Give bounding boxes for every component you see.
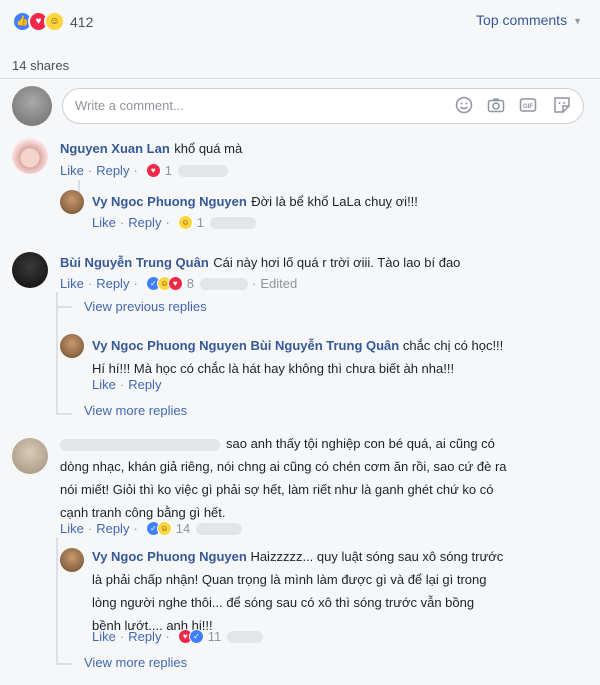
reaction-pill[interactable]: ✓ ☺ ♥ <box>145 276 183 291</box>
reaction-pill[interactable]: ♥ ✓ <box>177 629 204 644</box>
comment-actions: Like · Reply <box>92 377 162 392</box>
haha-reaction-icon: ☺ <box>156 521 172 536</box>
redacted-author <box>60 438 220 451</box>
redacted-text <box>227 630 264 643</box>
like-button[interactable]: Like <box>60 276 84 291</box>
comment: Bùi Nguyễn Trung Quân Cái này hơi lố quá… <box>60 254 460 272</box>
comment-input[interactable]: Write a comment... GIF <box>62 88 584 124</box>
reaction-count: 1 <box>196 215 205 230</box>
reply-button[interactable]: Reply <box>128 377 161 392</box>
comment-author[interactable]: Vy Ngoc Phuong Nguyen <box>92 338 247 353</box>
reaction-count[interactable]: 412 <box>70 14 93 30</box>
avatar[interactable] <box>60 548 84 572</box>
reaction-pill[interactable]: ☺ <box>177 215 193 230</box>
haha-reaction-icon: ☺ <box>177 215 193 230</box>
thread-elbow <box>56 403 72 415</box>
like-button[interactable]: Like <box>92 377 116 392</box>
reaction-count: 1 <box>164 163 173 178</box>
reaction-count: 14 <box>175 521 191 536</box>
avatar[interactable] <box>60 190 84 214</box>
comment-actions: Like · Reply · ✓ ☺ 14 <box>60 521 243 536</box>
reply-button[interactable]: Reply <box>96 276 129 291</box>
avatar[interactable] <box>12 252 48 288</box>
reply: Vy Ngoc Phuong Nguyen Bùi Nguyễn Trung Q… <box>92 334 582 380</box>
chevron-down-icon: ▼ <box>573 16 582 27</box>
love-reaction-icon: ♥ <box>145 163 161 178</box>
like-button[interactable]: Like <box>60 521 84 536</box>
reply: Vy Ngoc Phuong Nguyen Haizzzzz... quy lu… <box>92 545 582 637</box>
like-button[interactable]: Like <box>92 629 116 644</box>
reaction-pill[interactable]: ✓ ☺ <box>145 521 172 536</box>
thread-elbow <box>56 296 72 308</box>
sort-label: Top comments <box>476 12 568 28</box>
reply-button[interactable]: Reply <box>128 215 161 230</box>
love-reaction-icon: ♥ <box>167 276 183 291</box>
comment-author[interactable]: Bùi Nguyễn Trung Quân <box>60 255 209 270</box>
avatar[interactable] <box>12 438 48 474</box>
comment-text: Cái này hơi lố quá r trời ơiii. Tào lao … <box>213 255 461 270</box>
view-more-replies-link[interactable]: View more replies <box>84 655 187 670</box>
comment: Nguyen Xuan Lan khổ quá mà <box>60 140 242 158</box>
like-reaction-icon: ✓ <box>188 629 204 644</box>
reply: Vy Ngoc Phuong Nguyen Đời là bể khổ LaLa… <box>92 193 418 211</box>
reply-button[interactable]: Reply <box>96 521 129 536</box>
comment-text: Haizzzzz... quy luật sóng sau xô sóng tr… <box>250 549 504 564</box>
redacted-text <box>210 216 257 229</box>
redacted-text <box>196 522 243 535</box>
comment-placeholder: Write a comment... <box>75 98 184 113</box>
reaction-count: 8 <box>186 276 195 291</box>
thread-line <box>56 292 58 412</box>
like-button[interactable]: Like <box>92 215 116 230</box>
comment-text: Hí hí!!! Mà học có chắc là hát hay không… <box>92 361 455 376</box>
reactions-header: 👍 ♥ ☺ 412 Top comments ▼ <box>0 0 600 40</box>
haha-reaction-icon: ☺ <box>44 11 65 32</box>
comment-text: Đời là bể khổ LaLa chuỵ ơi!!! <box>251 194 418 209</box>
comment-text: nói miết! Giỏi thì ko việc gì phải sợ hế… <box>60 482 494 497</box>
reaction-count: 11 <box>207 629 222 644</box>
like-button[interactable]: Like <box>60 163 84 178</box>
edited-label[interactable]: Edited <box>260 276 297 291</box>
shares-count[interactable]: 14 shares <box>12 58 69 73</box>
reaction-summary[interactable]: 👍 ♥ ☺ 412 <box>12 11 93 32</box>
redacted-text <box>200 277 249 290</box>
comment-author[interactable]: Vy Ngoc Phuong Nguyen <box>92 549 247 564</box>
avatar[interactable] <box>12 138 48 174</box>
reaction-pill[interactable]: ♥ <box>145 163 161 178</box>
sort-comments-dropdown[interactable]: Top comments ▼ <box>476 12 582 28</box>
mention-link[interactable]: Bùi Nguyễn Trung Quân <box>250 338 399 353</box>
comment-text: sao anh thấy tội nghiệp con bé quá, ai c… <box>226 436 495 451</box>
svg-text:GIF: GIF <box>523 104 533 110</box>
reply-button[interactable]: Reply <box>96 163 129 178</box>
thread-line <box>56 537 58 655</box>
thread-elbow <box>56 653 72 665</box>
comment-actions: Like · Reply · ♥ ✓ 11 <box>92 629 264 644</box>
view-previous-replies-link[interactable]: View previous replies <box>84 299 207 314</box>
comment-text: chắc chị có học!!! <box>402 338 504 353</box>
avatar <box>12 86 52 126</box>
comment-text: khổ quá mà <box>174 141 243 156</box>
view-more-replies-link[interactable]: View more replies <box>84 403 187 418</box>
gif-icon[interactable]: GIF <box>519 96 537 114</box>
avatar[interactable] <box>60 334 84 358</box>
comment-actions: Like · Reply · ♥ 1 <box>60 163 229 178</box>
comment-author[interactable]: Nguyen Xuan Lan <box>60 141 170 156</box>
redacted-text <box>178 164 229 177</box>
comment-actions: Like · Reply · ☺ 1 <box>92 215 257 230</box>
camera-icon[interactable] <box>487 96 505 114</box>
comment-actions: Like · Reply · ✓ ☺ ♥ 8 · Edited <box>60 276 298 291</box>
divider <box>0 78 600 79</box>
comment-text: dòng nhạc, khán giả riêng, nói chng ai c… <box>60 459 507 474</box>
reply-button[interactable]: Reply <box>128 629 161 644</box>
sticker-icon[interactable] <box>553 96 571 114</box>
comment: sao anh thấy tội nghiệp con bé quá, ai c… <box>60 432 590 524</box>
emoji-icon[interactable] <box>455 96 473 114</box>
comment-text: là phải chấp nhận! Quan trọng là mình là… <box>92 572 487 587</box>
comment-text: lòng người nghe thôi... để sóng sau có x… <box>92 595 475 610</box>
comment-author[interactable]: Vy Ngoc Phuong Nguyen <box>92 194 247 209</box>
